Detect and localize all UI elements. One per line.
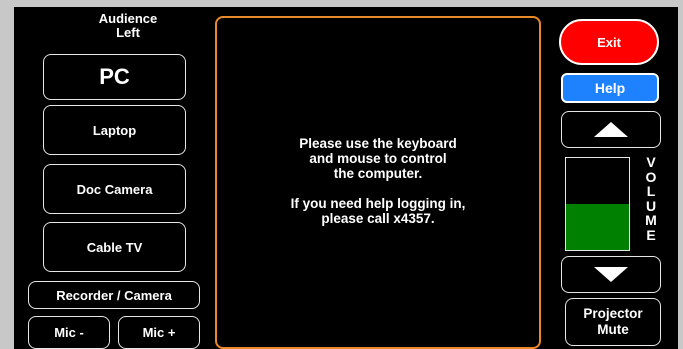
triangle-up-icon (594, 122, 628, 137)
mic-plus-label: Mic + (142, 325, 176, 340)
message-line-2: and mouse to control (309, 151, 447, 166)
help-button[interactable]: Help (561, 73, 659, 103)
volume-letter: M (645, 212, 657, 229)
control-panel: Audience Left PC Laptop Doc Camera Cable… (14, 7, 678, 349)
triangle-down-icon (594, 267, 628, 282)
doc-camera-button[interactable]: Doc Camera (43, 164, 186, 214)
message-line-1: Please use the keyboard (299, 136, 457, 151)
volume-down-button[interactable] (561, 256, 661, 293)
projector-mute-button[interactable]: Projector Mute (565, 298, 661, 346)
instruction-panel: Please use the keyboard and mouse to con… (215, 16, 541, 349)
instruction-message: Please use the keyboard and mouse to con… (247, 136, 509, 226)
laptop-button[interactable]: Laptop (43, 105, 186, 155)
laptop-label: Laptop (92, 122, 137, 138)
mic-minus-label: Mic - (54, 325, 84, 340)
cable-tv-button[interactable]: Cable TV (43, 222, 186, 272)
exit-label: Exit (597, 34, 621, 50)
mic-plus-button[interactable]: Mic + (118, 316, 200, 349)
audience-left-label: Audience Left (98, 11, 158, 40)
audience-left-header: Audience Left (74, 12, 182, 40)
pc-label: PC (99, 64, 130, 89)
volume-letter: V (646, 154, 656, 170)
exit-button[interactable]: Exit (559, 19, 659, 65)
volume-meter (565, 157, 630, 251)
volume-up-button[interactable] (561, 111, 661, 148)
cable-tv-label: Cable TV (86, 239, 143, 255)
volume-letter: U (645, 197, 657, 214)
volume-vertical-label: V O L U M E (644, 155, 658, 243)
message-line-4: If you need help logging in, (290, 196, 466, 211)
message-line-3: the computer. (333, 166, 423, 181)
help-label: Help (594, 80, 626, 96)
volume-letter: O (645, 168, 657, 185)
volume-letter: L (646, 183, 656, 200)
mic-minus-button[interactable]: Mic - (28, 316, 110, 349)
doc-camera-label: Doc Camera (76, 181, 153, 197)
pc-button[interactable]: PC (43, 54, 186, 100)
volume-letter: E (646, 226, 656, 243)
volume-level-fill (566, 204, 629, 250)
message-line-5: please call x4357. (321, 211, 435, 226)
recorder-camera-button[interactable]: Recorder / Camera (28, 281, 200, 309)
recorder-camera-label: Recorder / Camera (56, 287, 172, 303)
projector-mute-label: Projector Mute (583, 306, 643, 337)
